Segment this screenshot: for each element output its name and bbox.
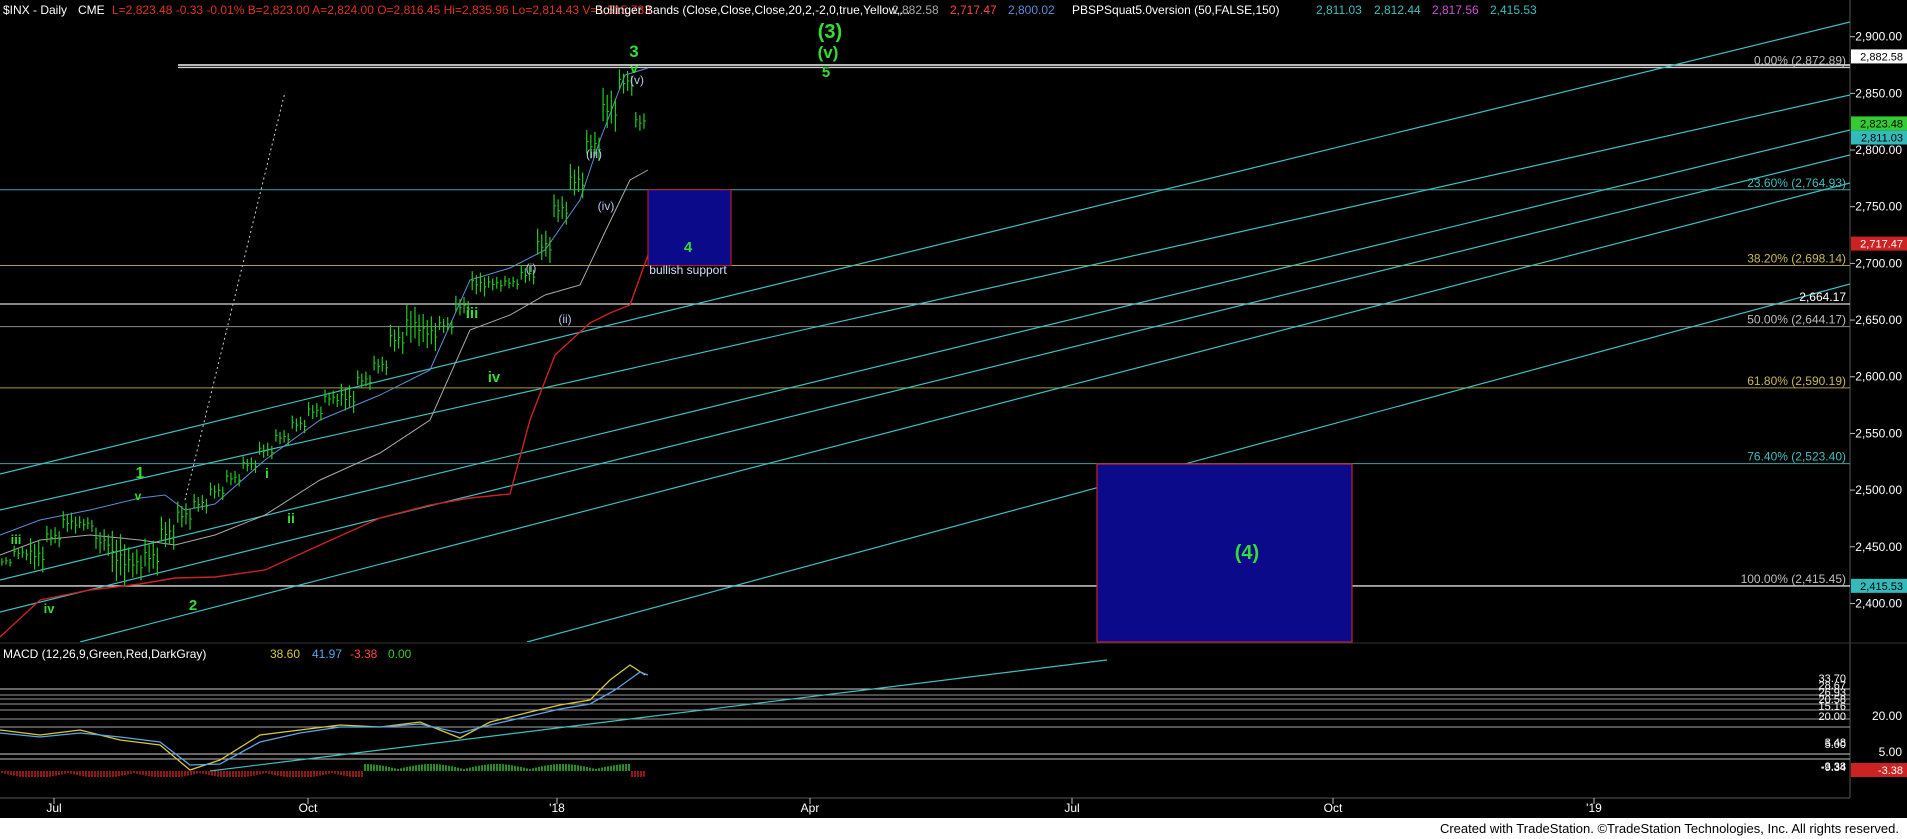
sub-wave-label: (iii)	[586, 147, 602, 161]
wave-label: iv	[44, 601, 56, 616]
wave-label: v	[135, 489, 142, 503]
header-exchange: CME	[78, 3, 105, 17]
bb-lower-value: 2,717.47	[950, 3, 997, 17]
x-tick-label: '18	[549, 801, 565, 815]
x-tick-label: Oct	[299, 801, 318, 815]
wave-label: i	[265, 465, 269, 481]
header-symbol: $INX - Daily	[3, 3, 67, 17]
sub-wave-label: (iv)	[598, 199, 615, 213]
wave-4-target-box	[1096, 463, 1353, 643]
y-tick-label: 2,600.00	[1855, 370, 1902, 384]
fib-label: 23.60% (2,764.93)	[1747, 176, 1846, 190]
wave-label: 3	[629, 42, 638, 61]
price-badge-label: 2,811.03	[1861, 133, 1903, 145]
fib-label: 61.80% (2,590.19)	[1747, 374, 1846, 388]
sub-wave-label: (v)	[630, 73, 644, 87]
fib-label: 0.00% (2,872.89)	[1754, 53, 1846, 67]
wave-label: (3)	[818, 21, 842, 43]
price-badge-label: 2,717.47	[1860, 239, 1903, 251]
footer: Created with TradeStation. ©TradeStation…	[0, 818, 1907, 839]
pbsp-value-3: 2,817.56	[1432, 3, 1479, 17]
y-tick-label: 2,850.00	[1855, 86, 1902, 100]
x-tick-label: Jul	[1064, 801, 1079, 815]
macd-hist-badge-label: -3.38	[1878, 765, 1903, 777]
wave-label: 2	[189, 597, 197, 614]
sub-wave-label: (i)	[526, 261, 537, 275]
wave-4-box-sublabel: bullish support	[649, 263, 727, 277]
fib-label: 50.00% (2,644.17)	[1747, 313, 1846, 327]
macd-right-label: 3.48	[1825, 737, 1846, 749]
y-tick-label: 2,700.00	[1855, 256, 1902, 270]
y-tick-label: 2,750.00	[1855, 200, 1902, 214]
x-tick-label: Jul	[46, 801, 61, 815]
y-tick-label: 2,450.00	[1855, 540, 1902, 554]
y-tick-label: 2,500.00	[1855, 483, 1902, 497]
bb-upper-value: 2,882.58	[892, 3, 939, 17]
fib-label: 38.20% (2,698.14)	[1747, 251, 1846, 265]
wave-label: 5	[822, 64, 830, 81]
pbsp-value-4: 2,415.53	[1490, 3, 1537, 17]
pbsp-label: PBSPSquat5.0version (50,FALSE,150)	[1072, 3, 1279, 17]
bollinger-bands-label: Bollinger Bands (Close,Close,Close,20,2,…	[595, 3, 910, 17]
price-badge-label: 2,882.58	[1860, 51, 1903, 63]
x-tick-label: Oct	[1324, 801, 1343, 815]
wave-4-box-label: 4	[684, 239, 693, 256]
header-quote: L=2,823.48 -0.33 -0.01% B=2,823.00 A=2,8…	[112, 3, 651, 17]
fib-label: 100.00% (2,415.45)	[1741, 572, 1846, 586]
horizontal-line-label: 2,664.17	[1799, 290, 1846, 304]
chart-canvas: 4 bullish support (4) 0.00% (2,872.89) 23.6…	[0, 0, 1907, 818]
macd-signal-value: 41.97	[312, 647, 342, 661]
footer-credit: Created with TradeStation. ©TradeStation…	[1439, 821, 1899, 836]
x-tick-label: '19	[1586, 801, 1602, 815]
pbsp-value-1: 2,811.03	[1316, 3, 1362, 17]
sub-wave-label: (ii)	[558, 312, 571, 326]
wave-label: iii	[11, 532, 22, 547]
macd-label: MACD (12,26,9,Green,Red,DarkGray)	[3, 647, 206, 661]
price-badge-label: 2,823.48	[1860, 118, 1903, 130]
pbsp-value-2: 2,812.44	[1374, 3, 1421, 17]
y-tick-label: 2,550.00	[1855, 426, 1902, 440]
wave-label: 1	[136, 465, 145, 482]
macd-value: 38.60	[270, 647, 300, 661]
y-tick-label: 2,800.00	[1855, 143, 1902, 157]
x-axis-band	[0, 798, 1907, 818]
bb-mid-value: 2,800.02	[1008, 3, 1055, 17]
macd-hist-value: -3.38	[350, 647, 378, 661]
wave-4-target-label: (4)	[1235, 542, 1259, 564]
macd-axis-tick: 20.00	[1872, 709, 1902, 723]
wave-label: (v)	[818, 43, 839, 62]
wave-label: iv	[488, 369, 501, 386]
macd-zero-value: 0.00	[388, 647, 412, 661]
y-tick-label: 2,900.00	[1855, 30, 1902, 44]
macd-axis-tick: 5.00	[1879, 745, 1903, 759]
macd-right-label: 20.00	[1818, 711, 1846, 723]
y-tick-label: 2,650.00	[1855, 313, 1902, 327]
wave-label: ii	[287, 510, 295, 526]
wave-label: iii	[466, 305, 479, 322]
price-badge-label: 2,415.53	[1860, 581, 1903, 593]
x-tick-label: Apr	[801, 801, 820, 815]
macd-right-label: -3.38	[1821, 761, 1846, 773]
y-tick-label: 2,400.00	[1855, 596, 1902, 610]
fib-label: 76.40% (2,523.40)	[1747, 450, 1846, 464]
